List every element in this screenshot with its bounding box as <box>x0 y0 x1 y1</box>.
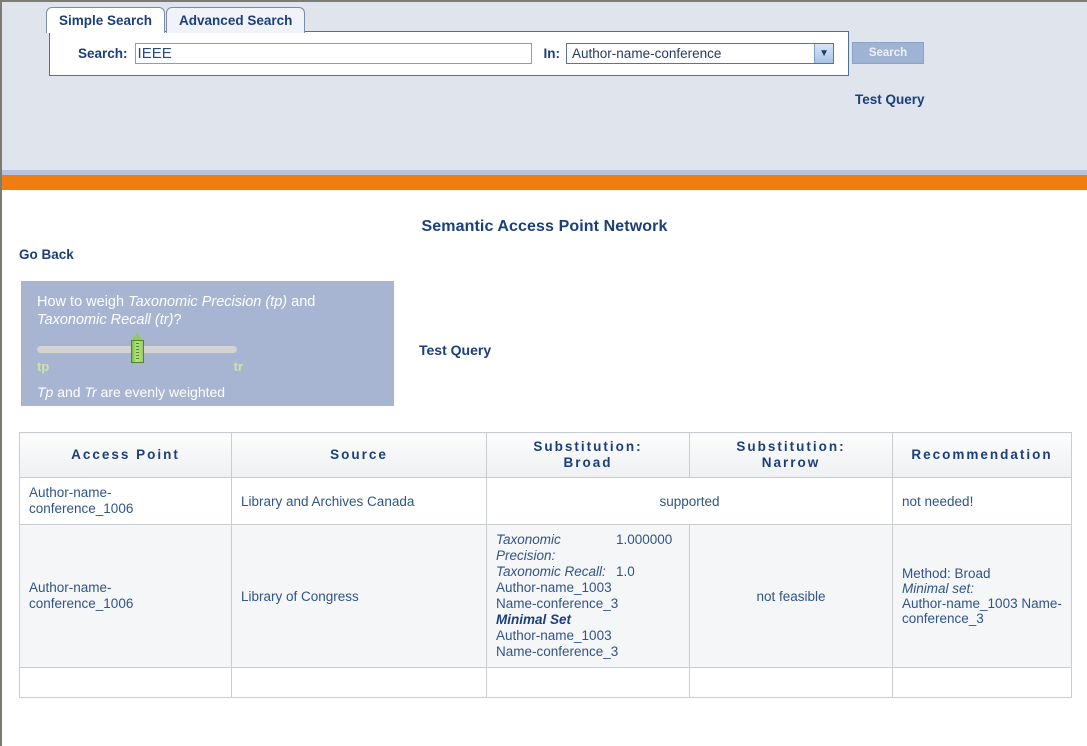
search-button[interactable]: Search <box>852 42 924 64</box>
weight-note-tp: Tp <box>37 384 54 400</box>
cell-recommendation: not needed! <box>892 477 1072 525</box>
slider-handle-grip-icon <box>135 343 139 360</box>
search-input[interactable] <box>134 43 532 64</box>
slider-label-tp: tp <box>37 359 50 374</box>
recommendation-minimal-set-label: Minimal set: <box>902 581 975 596</box>
cell-source: Library and Archives Canada <box>231 477 487 525</box>
weight-panel: How to weigh Taxonomic Precision (tp) an… <box>21 281 394 406</box>
weight-question-mid: and <box>287 294 316 310</box>
taxonomic-precision-label: Taxonomic Precision: <box>496 532 561 563</box>
search-tabs: Simple Search Advanced Search <box>46 5 306 33</box>
results-table: Access Point Source Substitution: Broad … <box>19 432 1072 698</box>
cell-substitution-broad <box>486 667 690 698</box>
column-header-substitution-broad: Substitution: Broad <box>486 432 690 478</box>
weight-question-post: ? <box>173 312 182 328</box>
search-form: Search: In: Author-name-conference ▼ <box>49 31 849 76</box>
cell-source <box>231 667 487 698</box>
broad-terms-list: Author-name_1003 Name-conference_3 <box>496 580 680 612</box>
tab-simple-search[interactable]: Simple Search <box>46 7 166 33</box>
column-header-recommendation: Recommendation <box>892 432 1072 478</box>
taxonomic-precision-row: Taxonomic Precision: 1.000000 <box>496 532 680 564</box>
in-field-label: In: <box>543 46 561 61</box>
cell-access-point: Author-name- conference_1006 <box>19 477 232 525</box>
column-header-access-point: Access Point <box>19 432 232 478</box>
table-row <box>19 667 1072 698</box>
table-row: Author-name- conference_1006 Library and… <box>19 477 1072 525</box>
header-orange-divider <box>2 175 1087 190</box>
search-header-panel: Simple Search Advanced Search Search: In… <box>2 2 1087 170</box>
weight-note-post: are evenly weighted <box>96 384 226 400</box>
weight-slider-labels: tp tr <box>37 359 243 374</box>
weight-question-pre: How to weigh <box>37 294 129 310</box>
broad-term: Name-conference_3 <box>496 596 619 611</box>
search-scope-select[interactable]: Author-name-conference ▼ <box>566 43 835 64</box>
page-root: Simple Search Advanced Search Search: In… <box>0 0 1087 746</box>
cell-substitution-narrow: not feasible <box>689 524 893 668</box>
go-back-link[interactable]: Go Back <box>19 247 74 262</box>
cell-recommendation <box>892 667 1072 698</box>
main-content: Semantic Access Point Network Go Back Ho… <box>2 190 1087 698</box>
column-header-source: Source <box>231 432 487 478</box>
tab-advanced-search-label: Advanced Search <box>179 13 293 28</box>
column-header-substitution-narrow-line2: Narrow <box>761 455 821 470</box>
recommendation-method: Method: Broad <box>902 566 991 581</box>
column-header-substitution-narrow: Substitution: Narrow <box>689 432 893 478</box>
broad-term: Author-name_1003 <box>496 580 612 595</box>
search-button-label: Search <box>868 47 908 59</box>
minimal-set-heading: Minimal Set <box>496 612 572 627</box>
tab-simple-search-label: Simple Search <box>59 13 153 28</box>
recommendation-term: Author-name_1003 <box>902 596 1018 611</box>
weight-note-tr: Tr <box>84 384 97 400</box>
minimal-set-term: Name-conference_3 <box>496 644 619 659</box>
access-point-line2: conference_1006 <box>29 501 134 516</box>
taxonomic-precision-value: 1.000000 <box>616 532 673 547</box>
access-point-line2: conference_1006 <box>29 596 134 611</box>
column-header-substitution-broad-line2: Broad <box>563 455 613 470</box>
search-field-label: Search: <box>78 46 128 61</box>
chevron-down-icon: ▼ <box>814 44 834 63</box>
weight-note: Tp and Tr are evenly weighted <box>37 384 378 400</box>
table-header-row: Access Point Source Substitution: Broad … <box>19 432 1072 478</box>
taxonomic-recall-value: 1.0 <box>616 564 635 579</box>
main-test-query-link[interactable]: Test Query <box>419 342 491 358</box>
column-header-substitution-narrow-line1: Substitution: <box>736 439 846 454</box>
cell-access-point: Author-name- conference_1006 <box>19 524 232 668</box>
access-point-line1: Author-name- <box>29 580 112 595</box>
cell-access-point <box>19 667 232 698</box>
table-row: Author-name- conference_1006 Library of … <box>19 524 1072 668</box>
tab-advanced-search[interactable]: Advanced Search <box>166 7 306 33</box>
header-test-query-link[interactable]: Test Query <box>855 92 925 107</box>
weight-slider[interactable] <box>37 333 237 363</box>
column-header-substitution-broad-line1: Substitution: <box>533 439 643 454</box>
slider-label-tr: tr <box>233 359 243 374</box>
cell-source: Library of Congress <box>231 524 487 668</box>
cell-recommendation: Method: Broad Minimal set: Author-name_1… <box>892 524 1072 668</box>
cell-substitution-narrow <box>689 667 893 698</box>
page-title: Semantic Access Point Network <box>421 218 668 235</box>
weight-question-tp: Taxonomic Precision (tp) <box>128 294 288 310</box>
results-table-wrapper: Access Point Source Substitution: Broad … <box>19 432 1072 698</box>
search-scope-selected-value: Author-name-conference <box>572 46 722 61</box>
cell-substitution-combined: supported <box>486 477 893 525</box>
weight-note-mid: and <box>53 384 85 400</box>
weight-question: How to weigh Taxonomic Precision (tp) an… <box>37 293 378 329</box>
minimal-set-term: Author-name_1003 <box>496 628 612 643</box>
cell-substitution-broad: Taxonomic Precision: 1.000000 Taxonomic … <box>486 524 690 668</box>
taxonomic-recall-label: Taxonomic Recall: <box>496 564 606 579</box>
taxonomic-recall-row: Taxonomic Recall: 1.0 <box>496 564 680 580</box>
access-point-line1: Author-name- <box>29 485 112 500</box>
minimal-set-terms-list: Author-name_1003 Name-conference_3 <box>496 628 680 660</box>
weight-question-tr: Taxonomic Recall (tr) <box>37 312 174 328</box>
